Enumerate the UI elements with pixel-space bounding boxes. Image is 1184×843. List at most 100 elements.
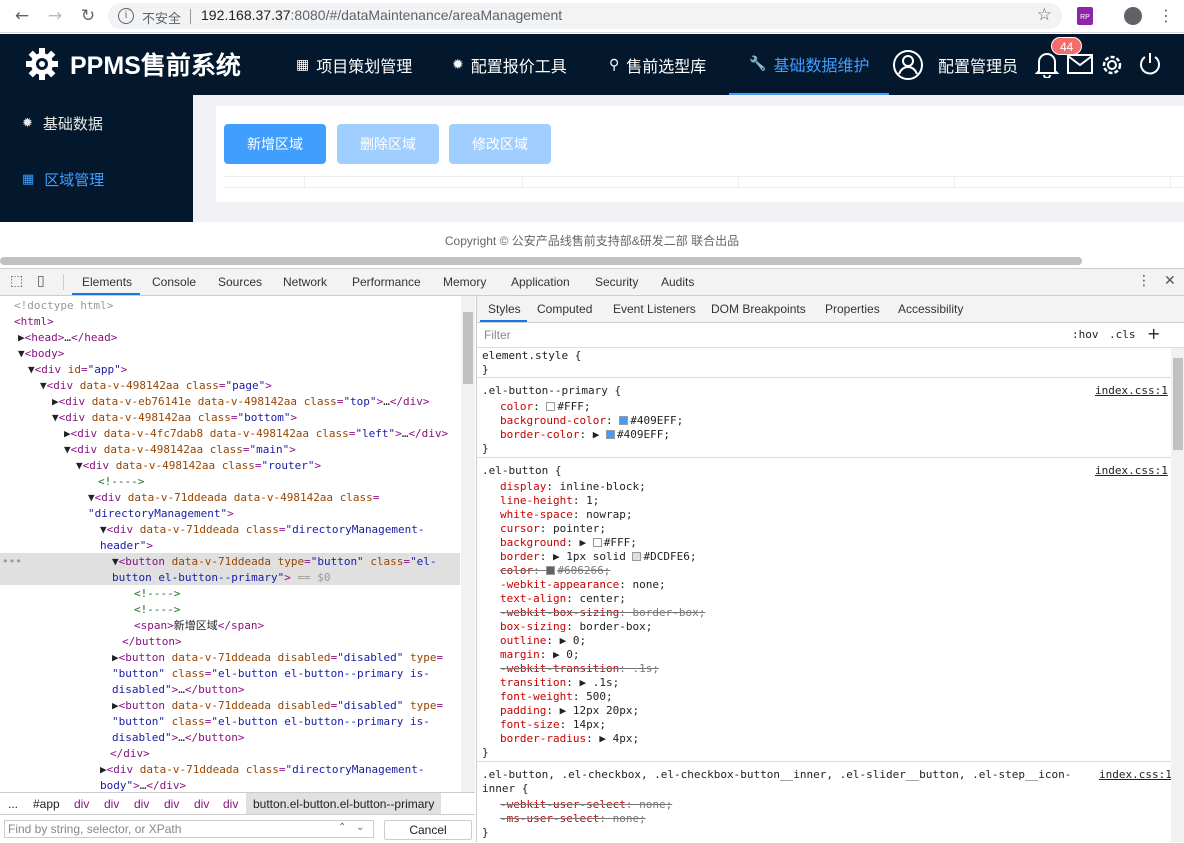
tab-sources[interactable]: Sources <box>218 275 262 289</box>
tab-memory[interactable]: Memory <box>443 275 486 289</box>
active-tab-indicator <box>72 293 140 295</box>
info-icon[interactable]: i <box>118 8 134 24</box>
rule-element-style: element.style { } <box>477 348 1171 378</box>
rule-el-button: .el-button { index.css:1 display: inline… <box>477 459 1171 762</box>
sidebar-item-label: 基础数据 <box>42 115 103 133</box>
devtools-menu-icon[interactable]: ⋮ <box>1137 273 1151 289</box>
elements-tree[interactable]: <!doctype html> <html> ▶<head>…</head> ▼… <box>0 296 460 792</box>
notification-badge: 44 <box>1051 37 1083 55</box>
profile-icon[interactable] <box>1124 7 1142 25</box>
breadcrumb-item-selected[interactable]: button.el-button.el-button--primary <box>246 793 442 815</box>
tab-network[interactable]: Network <box>283 275 327 289</box>
gear-icon: ✹ <box>22 115 33 131</box>
tab-styles[interactable]: Styles <box>488 302 521 316</box>
breadcrumb-item[interactable]: div <box>164 797 179 811</box>
menu-dots-icon[interactable]: ⋮ <box>1156 6 1176 26</box>
styles-scrollbar[interactable] <box>1171 348 1184 842</box>
styles-filter-row: Filter :hov .cls + <box>477 323 1184 348</box>
grid-icon: ▦ <box>22 171 35 187</box>
user-menu[interactable]: 配置管理员 <box>892 34 1018 95</box>
tab-properties[interactable]: Properties <box>825 302 880 316</box>
area-table <box>224 176 1184 188</box>
sidebar-item-area-management[interactable]: ▦ 区域管理 <box>22 169 104 189</box>
power-icon[interactable] <box>1137 51 1163 77</box>
forward-icon[interactable]: → <box>45 6 65 26</box>
devtools-tabbar: ⬚ ▯ Elements Console Sources Network Per… <box>0 269 1184 296</box>
page-footer: Copyright © 公安产品线售前支持部&研发二部 联合出品 <box>0 222 1184 262</box>
nav-label: 基础数据维护 <box>773 57 870 75</box>
gear-icon: ✹ <box>452 56 464 73</box>
content-card: 新增区域 删除区域 修改区域 <box>216 106 1184 202</box>
breadcrumb-item[interactable]: ... <box>8 797 18 811</box>
sidebar-item-basic-data[interactable]: ✹ 基础数据 <box>22 113 103 133</box>
mail-icon[interactable] <box>1067 54 1093 74</box>
devtools-panel: ⬚ ▯ Elements Console Sources Network Per… <box>0 268 1184 842</box>
breadcrumb-item[interactable]: div <box>194 797 209 811</box>
styles-filter-input[interactable]: Filter <box>481 326 1061 345</box>
breadcrumb-item[interactable]: div <box>134 797 149 811</box>
rule-el-button-primary: .el-button--primary { index.css:1 color:… <box>477 379 1171 458</box>
sidebar: ✹ 基础数据 ▦ 区域管理 <box>0 95 193 222</box>
breadcrumb-item[interactable]: div <box>104 797 119 811</box>
close-icon[interactable]: ✕ <box>1164 273 1176 289</box>
reload-icon[interactable]: ↻ <box>78 6 98 26</box>
tab-performance[interactable]: Performance <box>352 275 421 289</box>
rule-el-button-user-select: .el-button, .el-checkbox, .el-checkbox-b… <box>482 768 1172 839</box>
breadcrumb: ... #app div div div div div div button.… <box>0 792 475 815</box>
new-rule-icon[interactable]: + <box>1147 324 1160 343</box>
nav-project-planning[interactable]: ▦ 项目策划管理 <box>296 34 412 95</box>
device-toggle-icon[interactable]: ▯ <box>37 273 45 289</box>
cls-toggle[interactable]: .cls <box>1109 328 1136 341</box>
settings-gear-icon[interactable] <box>1099 52 1125 78</box>
bookmark-star-icon[interactable]: ☆ <box>1037 5 1052 25</box>
main-content: 新增区域 删除区域 修改区域 <box>193 95 1184 222</box>
elements-scrollbar[interactable] <box>461 296 475 792</box>
gear-logo-icon <box>26 48 58 80</box>
divider <box>190 9 191 24</box>
nav-basic-data[interactable]: 🔧 基础数据维护 <box>729 34 890 95</box>
tab-application[interactable]: Application <box>511 275 570 289</box>
nav-label: 配置报价工具 <box>470 58 567 76</box>
nav-label: 项目策划管理 <box>316 58 413 76</box>
find-input[interactable]: Find by string, selector, or XPath <box>4 820 374 838</box>
tab-elements[interactable]: Elements <box>82 275 132 289</box>
find-next-icon[interactable]: ⌄ <box>356 822 364 833</box>
cancel-button[interactable]: Cancel <box>384 820 472 840</box>
styles-pane: Styles Computed Event Listeners DOM Brea… <box>476 296 1184 842</box>
nav-selection-library[interactable]: ⚲ 售前选型库 <box>609 34 706 95</box>
styles-tabbar: Styles Computed Event Listeners DOM Brea… <box>477 296 1184 323</box>
edit-area-button[interactable]: 修改区域 <box>449 124 551 164</box>
find-prev-icon[interactable]: ⌃ <box>338 822 346 833</box>
address-bar[interactable]: i 不安全 192.168.37.37:8080/#/dataMaintenan… <box>108 3 1062 29</box>
user-avatar-icon <box>893 49 923 80</box>
nav-quote-tool[interactable]: ✹ 配置报价工具 <box>452 34 567 95</box>
app-header: PPMS售前系统 ▦ 项目策划管理 ✹ 配置报价工具 ⚲ 售前选型库 🔧 基础数据维护 … <box>0 34 1184 95</box>
tab-security[interactable]: Security <box>595 275 638 289</box>
breadcrumb-item[interactable]: div <box>74 797 89 811</box>
tab-dom-breakpoints[interactable]: DOM Breakpoints <box>711 302 806 316</box>
active-tab-indicator <box>480 320 527 322</box>
user-name: 配置管理员 <box>938 58 1019 76</box>
delete-area-button[interactable]: 删除区域 <box>337 124 439 164</box>
nav-label: 售前选型库 <box>626 58 707 76</box>
hov-toggle[interactable]: :hov <box>1072 328 1099 341</box>
tab-accessibility[interactable]: Accessibility <box>898 302 963 316</box>
tab-console[interactable]: Console <box>152 275 196 289</box>
inspect-element-icon[interactable]: ⬚ <box>10 273 23 289</box>
grid-icon: ▦ <box>296 56 310 73</box>
tab-audits[interactable]: Audits <box>661 275 694 289</box>
extension-icon[interactable]: RP <box>1077 7 1093 25</box>
location-icon: ⚲ <box>609 56 620 73</box>
sidebar-item-label: 区域管理 <box>44 171 105 189</box>
add-area-button[interactable]: 新增区域 <box>224 124 326 164</box>
find-bar: Find by string, selector, or XPath ⌃ ⌄ C… <box>0 814 475 842</box>
tab-computed[interactable]: Computed <box>537 302 592 316</box>
tab-event-listeners[interactable]: Event Listeners <box>613 302 696 316</box>
breadcrumb-item[interactable]: #app <box>33 797 60 811</box>
back-icon[interactable]: ← <box>12 6 32 26</box>
breadcrumb-item[interactable]: div <box>223 797 238 811</box>
url-text[interactable]: 192.168.37.37:8080/#/dataMaintenance/are… <box>201 7 562 23</box>
browser-toolbar: ← → ↻ i 不安全 192.168.37.37:8080/#/dataMai… <box>0 0 1184 33</box>
security-label: 不安全 <box>142 11 182 26</box>
horizontal-scrollbar[interactable] <box>0 257 1082 265</box>
